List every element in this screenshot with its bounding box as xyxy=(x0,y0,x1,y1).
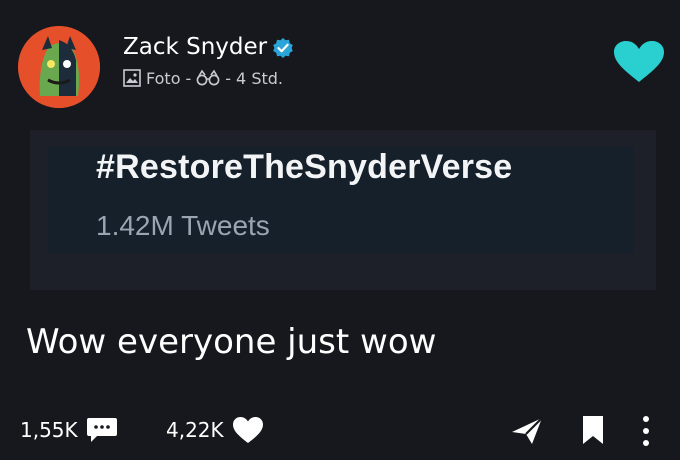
comment-bubble-icon xyxy=(86,418,117,442)
heart-icon xyxy=(232,417,263,443)
likes-count: 4,22K xyxy=(166,418,224,442)
post-time: 4 Std. xyxy=(236,68,283,88)
bookmark-icon[interactable] xyxy=(580,414,606,446)
verified-check-icon xyxy=(273,38,293,58)
binoculars-icon xyxy=(196,69,220,86)
meta-separator: - xyxy=(185,68,192,88)
favorite-heart-icon[interactable] xyxy=(612,40,666,84)
comments-count: 1,55K xyxy=(20,418,78,442)
comments-button[interactable]: 1,55K xyxy=(20,412,118,448)
post-meta: Foto - - 4 Std. xyxy=(123,67,283,89)
avatar[interactable] xyxy=(18,26,100,108)
photo-icon xyxy=(123,69,141,87)
trend-hashtag: #RestoreTheSnyderVerse xyxy=(96,148,513,186)
trend-tweet-count: 1.42M Tweets xyxy=(96,210,270,241)
meta-separator: - xyxy=(225,68,232,88)
vertical-dots-icon[interactable] xyxy=(638,414,654,448)
likes-button[interactable]: 4,22K xyxy=(166,412,264,448)
paper-plane-icon[interactable] xyxy=(510,416,544,446)
post-type-label: Foto xyxy=(146,68,181,88)
author-name[interactable]: Zack Snyder xyxy=(123,34,267,60)
avatar-illustration xyxy=(18,26,100,108)
post-text: Wow everyone just wow xyxy=(26,322,437,362)
